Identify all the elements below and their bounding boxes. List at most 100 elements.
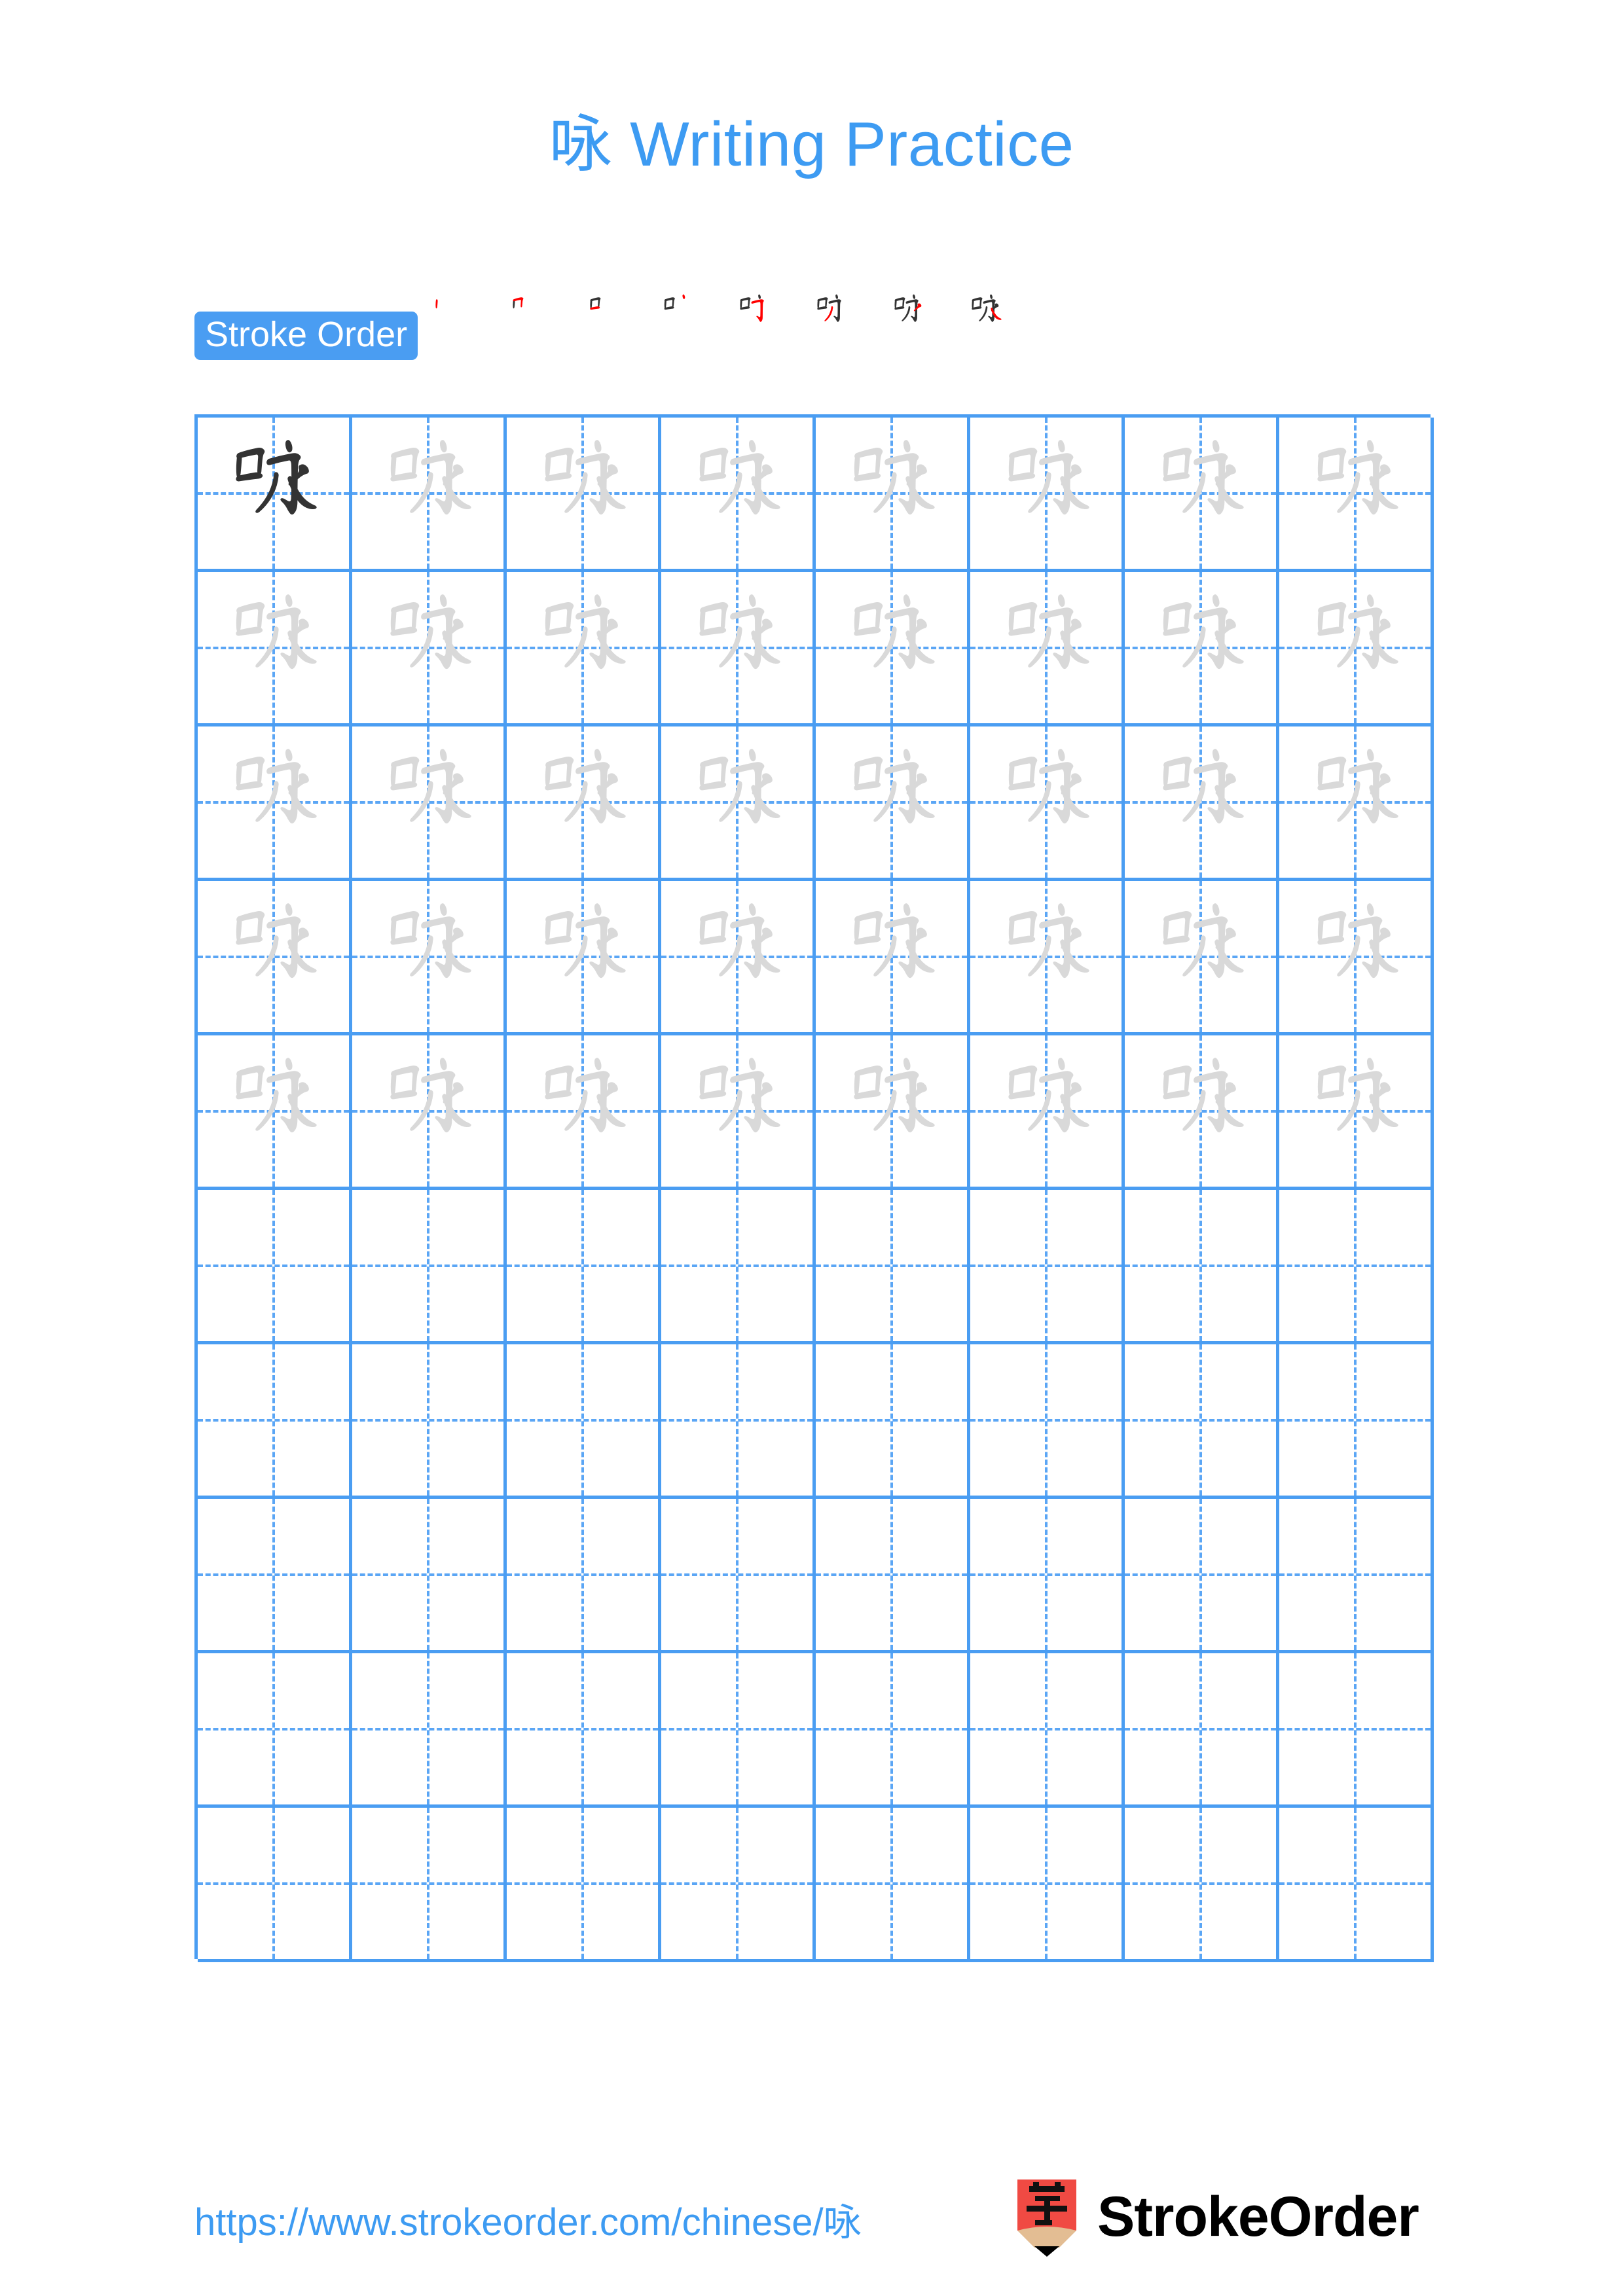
practice-cell-trace[interactable] (661, 726, 816, 881)
practice-cell-trace[interactable] (661, 1035, 816, 1190)
practice-cell-trace[interactable] (198, 1035, 352, 1190)
practice-cell-empty[interactable] (970, 1344, 1125, 1499)
practice-cell-trace[interactable] (661, 572, 816, 726)
character-glyph (198, 881, 349, 1032)
practice-cell-empty[interactable] (661, 1190, 816, 1344)
practice-cell-trace[interactable] (1279, 572, 1434, 726)
practice-cell-empty[interactable] (198, 1190, 352, 1344)
stroke-step-5 (729, 287, 807, 364)
practice-cell-trace[interactable] (970, 418, 1125, 572)
practice-cell-trace[interactable] (970, 881, 1125, 1035)
practice-cell-trace[interactable] (661, 881, 816, 1035)
practice-cell-trace[interactable] (352, 1035, 507, 1190)
character-glyph (507, 881, 658, 1032)
practice-cell-empty[interactable] (1279, 1653, 1434, 1808)
character-glyph (1125, 418, 1276, 569)
practice-cell-trace[interactable] (198, 881, 352, 1035)
practice-cell-trace[interactable] (507, 572, 661, 726)
practice-cell-trace[interactable] (507, 881, 661, 1035)
practice-cell-empty[interactable] (507, 1190, 661, 1344)
practice-cell-empty[interactable] (816, 1190, 970, 1344)
stroke-step-1 (420, 287, 498, 364)
practice-cell-empty[interactable] (661, 1653, 816, 1808)
stroke-step-4 (652, 287, 729, 364)
practice-cell-empty[interactable] (1125, 1808, 1279, 1962)
practice-cell-empty[interactable] (198, 1653, 352, 1808)
practice-cell-empty[interactable] (1125, 1344, 1279, 1499)
practice-cell-empty[interactable] (816, 1499, 970, 1653)
practice-cell-trace[interactable] (507, 1035, 661, 1190)
practice-cell-empty[interactable] (1125, 1190, 1279, 1344)
practice-cell-empty[interactable] (661, 1499, 816, 1653)
practice-cell-trace[interactable] (1125, 418, 1279, 572)
practice-cell-empty[interactable] (507, 1808, 661, 1962)
practice-cell-trace[interactable] (1125, 726, 1279, 881)
character-glyph (1279, 572, 1431, 723)
practice-cell-trace[interactable] (1279, 1035, 1434, 1190)
practice-cell-trace[interactable] (198, 726, 352, 881)
practice-cell-trace[interactable] (352, 726, 507, 881)
stroke-order-badge: Stroke Order (194, 311, 418, 361)
practice-cell-trace[interactable] (1279, 881, 1434, 1035)
character-glyph (1125, 881, 1276, 1032)
practice-cell-empty[interactable] (661, 1808, 816, 1962)
practice-cell-empty[interactable] (816, 1344, 970, 1499)
practice-cell-empty[interactable] (970, 1190, 1125, 1344)
practice-cell-empty[interactable] (1125, 1653, 1279, 1808)
character-glyph (1279, 726, 1431, 878)
practice-grid-row (198, 1653, 1434, 1808)
practice-cell-trace[interactable] (970, 572, 1125, 726)
practice-cell-empty[interactable] (198, 1344, 352, 1499)
practice-cell-empty[interactable] (1279, 1808, 1434, 1962)
practice-cell-empty[interactable] (970, 1499, 1125, 1653)
practice-cell-trace[interactable] (1125, 881, 1279, 1035)
practice-cell-trace[interactable] (507, 418, 661, 572)
character-glyph (816, 881, 967, 1032)
character-glyph (816, 726, 967, 878)
practice-cell-empty[interactable] (1279, 1190, 1434, 1344)
practice-cell-trace[interactable] (352, 418, 507, 572)
practice-cell-empty[interactable] (507, 1499, 661, 1653)
character-glyph (661, 881, 812, 1032)
character-glyph (1125, 572, 1276, 723)
practice-cell-trace[interactable] (816, 1035, 970, 1190)
practice-cell-empty[interactable] (661, 1344, 816, 1499)
practice-cell-trace[interactable] (1279, 726, 1434, 881)
practice-cell-empty[interactable] (1125, 1499, 1279, 1653)
practice-cell-empty[interactable] (1279, 1499, 1434, 1653)
practice-cell-empty[interactable] (352, 1499, 507, 1653)
practice-cell-empty[interactable] (816, 1808, 970, 1962)
practice-cell-trace[interactable] (507, 726, 661, 881)
practice-cell-trace[interactable] (1125, 1035, 1279, 1190)
character-glyph (661, 418, 812, 569)
practice-cell-trace[interactable] (816, 418, 970, 572)
practice-cell-model[interactable] (198, 418, 352, 572)
practice-cell-trace[interactable] (816, 572, 970, 726)
practice-cell-trace[interactable] (970, 1035, 1125, 1190)
practice-cell-empty[interactable] (352, 1808, 507, 1962)
pencil-logo-icon (1013, 2179, 1080, 2257)
practice-cell-trace[interactable] (352, 572, 507, 726)
practice-cell-empty[interactable] (198, 1499, 352, 1653)
practice-cell-trace[interactable] (661, 418, 816, 572)
stroke-step-8 (961, 287, 1038, 364)
practice-cell-empty[interactable] (816, 1653, 970, 1808)
practice-cell-empty[interactable] (352, 1344, 507, 1499)
practice-cell-empty[interactable] (352, 1190, 507, 1344)
practice-cell-trace[interactable] (1125, 572, 1279, 726)
practice-cell-empty[interactable] (352, 1653, 507, 1808)
practice-cell-trace[interactable] (352, 881, 507, 1035)
practice-cell-empty[interactable] (1279, 1344, 1434, 1499)
brand-logo-lockup[interactable]: StrokeOrder (1013, 2178, 1419, 2257)
practice-cell-empty[interactable] (198, 1808, 352, 1962)
practice-cell-empty[interactable] (507, 1344, 661, 1499)
practice-cell-trace[interactable] (970, 726, 1125, 881)
source-url-link[interactable]: https://www.strokeorder.com/chinese/咏 (194, 2191, 862, 2246)
practice-cell-empty[interactable] (970, 1808, 1125, 1962)
practice-cell-empty[interactable] (507, 1653, 661, 1808)
practice-cell-empty[interactable] (970, 1653, 1125, 1808)
practice-cell-trace[interactable] (1279, 418, 1434, 572)
practice-cell-trace[interactable] (816, 881, 970, 1035)
practice-cell-trace[interactable] (816, 726, 970, 881)
practice-cell-trace[interactable] (198, 572, 352, 726)
